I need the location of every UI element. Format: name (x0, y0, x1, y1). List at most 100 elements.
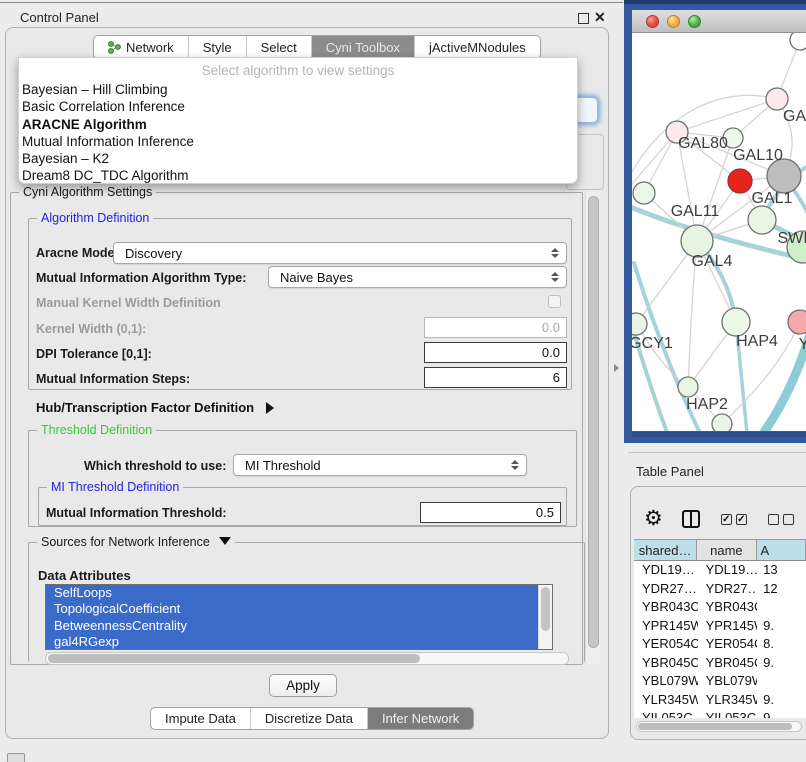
sources-group-title[interactable]: Sources for Network Inference (37, 535, 235, 549)
table-cell: YER054C (698, 635, 758, 654)
data-attribute-item[interactable]: BetweennessCentrality (46, 618, 540, 634)
list-scrollbar-thumb[interactable] (541, 587, 550, 631)
which-threshold-label: Which threshold to use: (84, 459, 226, 473)
mi-threshold-input[interactable]: 0.5 (420, 502, 561, 523)
table-hscrollbar-thumb[interactable] (638, 723, 792, 730)
window-close-traffic-icon[interactable] (646, 15, 659, 28)
column-header-name[interactable]: name (697, 540, 756, 560)
algorithm-list-item[interactable]: ARACNE Algorithm (19, 116, 577, 133)
table-row[interactable]: YDR27…YDR27…12 (634, 580, 806, 599)
network-node[interactable] (767, 159, 801, 193)
network-canvas[interactable]: GALGAL80GAL10GAL1GAL11SWI4GAL4GCY1HAP4YH… (632, 33, 806, 431)
table-row[interactable]: YIL053CYIL053C9. (634, 709, 806, 718)
unchecked-checkbox-icon (783, 514, 794, 525)
tab-jactivemnodules[interactable]: jActiveMNodules (414, 36, 540, 58)
tab-select[interactable]: Select (246, 36, 311, 58)
network-node-label: GAL11 (671, 203, 720, 220)
minimized-panel-icon[interactable] (7, 753, 25, 762)
deselect-all-columns-button[interactable] (768, 514, 794, 525)
table-row[interactable]: YER054CYER054C8. (634, 635, 806, 654)
tab-impute-data[interactable]: Impute Data (151, 708, 250, 729)
settings-hscrollbar-thumb[interactable] (48, 654, 420, 663)
apply-button[interactable]: Apply (269, 674, 337, 697)
tab-discretize-data[interactable]: Discretize Data (250, 708, 367, 729)
network-node-label: GAL4 (692, 253, 733, 270)
tab-cyni-toolbox[interactable]: Cyni Toolbox (311, 36, 414, 58)
table-header-row: shared… name A (634, 539, 806, 561)
network-node[interactable] (766, 88, 788, 110)
window-minimize-traffic-icon[interactable] (667, 15, 680, 28)
close-icon[interactable]: ✕ (594, 9, 606, 26)
settings-horizontal-scrollbar[interactable] (45, 652, 569, 665)
splitter-handle-icon[interactable] (614, 364, 619, 372)
network-node[interactable] (788, 310, 806, 334)
algorithm-list-item[interactable]: Mutual Information Inference (19, 133, 577, 150)
manual-kernel-width-checkbox[interactable] (548, 295, 561, 308)
settings-vscrollbar-thumb[interactable] (588, 196, 599, 648)
data-attribute-item[interactable]: SelfLoops (46, 585, 540, 601)
mi-algorithm-type-select[interactable]: Naive Bayes (268, 266, 567, 288)
algorithm-list-item[interactable]: Bayesian – K2 (19, 150, 577, 167)
table-cell: YBL079W (698, 672, 758, 691)
table-cell: YIL053C (634, 709, 698, 718)
table-cell: 9. (757, 691, 806, 710)
data-attributes-items: SelfLoopsTopologicalCoefficientBetweenne… (46, 585, 552, 650)
table-row[interactable]: YLR345WYLR345W9. (634, 691, 806, 710)
which-threshold-select[interactable]: MI Threshold (233, 454, 527, 476)
screen: Control Panel ✕ Network Style Select Cyn… (0, 0, 806, 762)
table-row[interactable]: YDL19…YDL19…13 (634, 561, 806, 580)
table-cell: YDL19… (698, 561, 758, 580)
network-node[interactable] (728, 169, 752, 193)
algorithm-list-item[interactable]: Dream8 DC_TDC Algorithm (19, 167, 577, 184)
network-node[interactable] (790, 33, 806, 50)
aracne-mode-select[interactable]: Discovery (113, 242, 567, 264)
network-window-titlebar[interactable] (632, 10, 806, 33)
algorithm-list-item[interactable]: Basic Correlation Inference (19, 98, 577, 115)
column-header-shared-name[interactable]: shared… (634, 540, 697, 560)
table-row[interactable]: YBR045CYBR045C9. (634, 654, 806, 673)
network-node[interactable] (722, 308, 750, 336)
network-node-label: GCY1 (632, 335, 673, 352)
table-cell: YER054C (634, 635, 698, 654)
network-node[interactable] (748, 206, 776, 234)
column-header-clipped[interactable]: A (757, 540, 806, 560)
float-window-icon[interactable] (578, 13, 589, 24)
table-row[interactable]: YPR145WYPR145W9. (634, 617, 806, 636)
network-node[interactable] (632, 313, 647, 335)
kernel-width-label: Kernel Width (0,1): (36, 322, 146, 336)
network-node[interactable] (678, 377, 698, 397)
window-zoom-traffic-icon[interactable] (688, 15, 701, 28)
table-row[interactable]: YBL079WYBL079W (634, 672, 806, 691)
table-horizontal-scrollbar[interactable] (636, 721, 802, 732)
network-node[interactable] (712, 414, 732, 431)
manual-kernel-width-label: Manual Kernel Width Definition (36, 296, 221, 310)
data-attribute-item[interactable]: gal4RGexp (46, 634, 540, 650)
mi-steps-input[interactable]: 6 (424, 367, 567, 388)
tab-infer-network-label: Infer Network (382, 711, 459, 726)
settings-vertical-scrollbar[interactable] (585, 192, 600, 664)
tab-style[interactable]: Style (188, 36, 246, 58)
network-node[interactable] (633, 182, 655, 204)
columns-icon[interactable] (682, 510, 700, 528)
tab-network[interactable]: Network (94, 36, 188, 58)
tab-infer-network[interactable]: Infer Network (367, 708, 473, 729)
cyni-bottom-tabbar: Impute Data Discretize Data Infer Networ… (150, 707, 474, 730)
mi-steps-label: Mutual Information Steps: (36, 372, 190, 386)
kernel-width-input[interactable]: 0.0 (424, 317, 567, 338)
aracne-mode-value: Discovery (125, 246, 182, 261)
select-all-columns-button[interactable]: ✓ ✓ (721, 514, 747, 525)
control-panel-title: Control Panel (20, 10, 99, 25)
table-cell: YDR27… (634, 580, 698, 599)
network-view-window[interactable]: GALGAL80GAL10GAL1GAL11SWI4GAL4GCY1HAP4YH… (624, 0, 806, 443)
algorithm-list-item[interactable]: Bayesian – Hill Climbing (19, 81, 577, 98)
dpi-tolerance-input[interactable]: 0.0 (424, 342, 567, 363)
data-attribute-item[interactable]: TopologicalCoefficient (46, 601, 540, 617)
list-vertical-scrollbar[interactable] (538, 585, 552, 649)
network-edge[interactable] (677, 99, 777, 132)
data-attributes-list[interactable]: SelfLoopsTopologicalCoefficientBetweenne… (45, 584, 553, 650)
algorithm-dropdown-popup: Select algorithm to view settings Bayesi… (18, 57, 578, 184)
table-row[interactable]: YBR043CYBR043C (634, 598, 806, 617)
hub-definition-expander[interactable]: Hub/Transcription Factor Definition (36, 400, 274, 415)
network-edge[interactable] (636, 324, 688, 387)
gear-icon[interactable]: ⚙ (644, 506, 663, 532)
